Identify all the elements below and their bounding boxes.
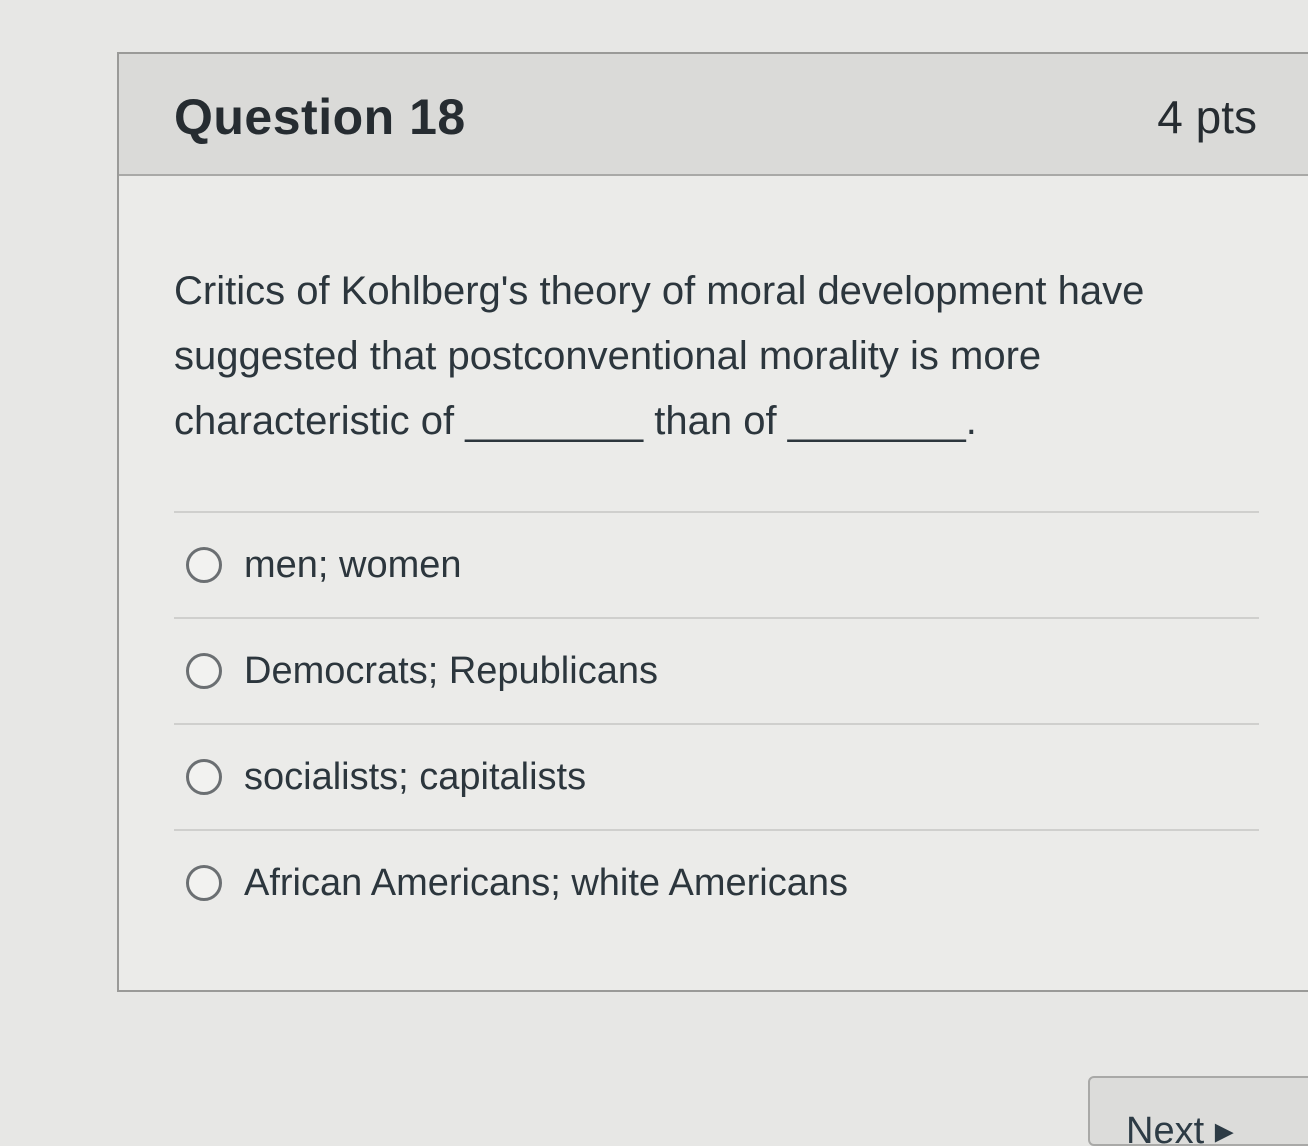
answer-label: men; women	[244, 543, 462, 586]
answer-label: Democrats; Republicans	[244, 649, 658, 692]
question-points: 4 pts	[1157, 91, 1257, 143]
question-title: Question 18	[174, 89, 466, 145]
next-button-label: Next ▸	[1126, 1110, 1234, 1146]
radio-button[interactable]	[186, 759, 222, 795]
radio-button[interactable]	[186, 547, 222, 583]
question-text: Critics of Kohlberg's theory of moral de…	[174, 269, 1145, 443]
answer-option[interactable]: African Americans; white Americans	[174, 829, 1259, 935]
answer-option[interactable]: men; women	[174, 511, 1259, 617]
radio-button[interactable]	[186, 653, 222, 689]
answer-label: socialists; capitalists	[244, 755, 587, 798]
next-button[interactable]: Next ▸	[1088, 1076, 1308, 1146]
question-card: Question 18 4 pts Critics of Kohlberg's …	[117, 52, 1308, 992]
answer-label: African Americans; white Americans	[244, 861, 849, 904]
question-header: Question 18 4 pts	[119, 54, 1308, 176]
radio-button[interactable]	[186, 865, 222, 901]
answer-option[interactable]: socialists; capitalists	[174, 723, 1259, 829]
answer-option[interactable]: Democrats; Republicans	[174, 617, 1259, 723]
answer-list: men; women Democrats; Republicans social…	[174, 511, 1259, 935]
